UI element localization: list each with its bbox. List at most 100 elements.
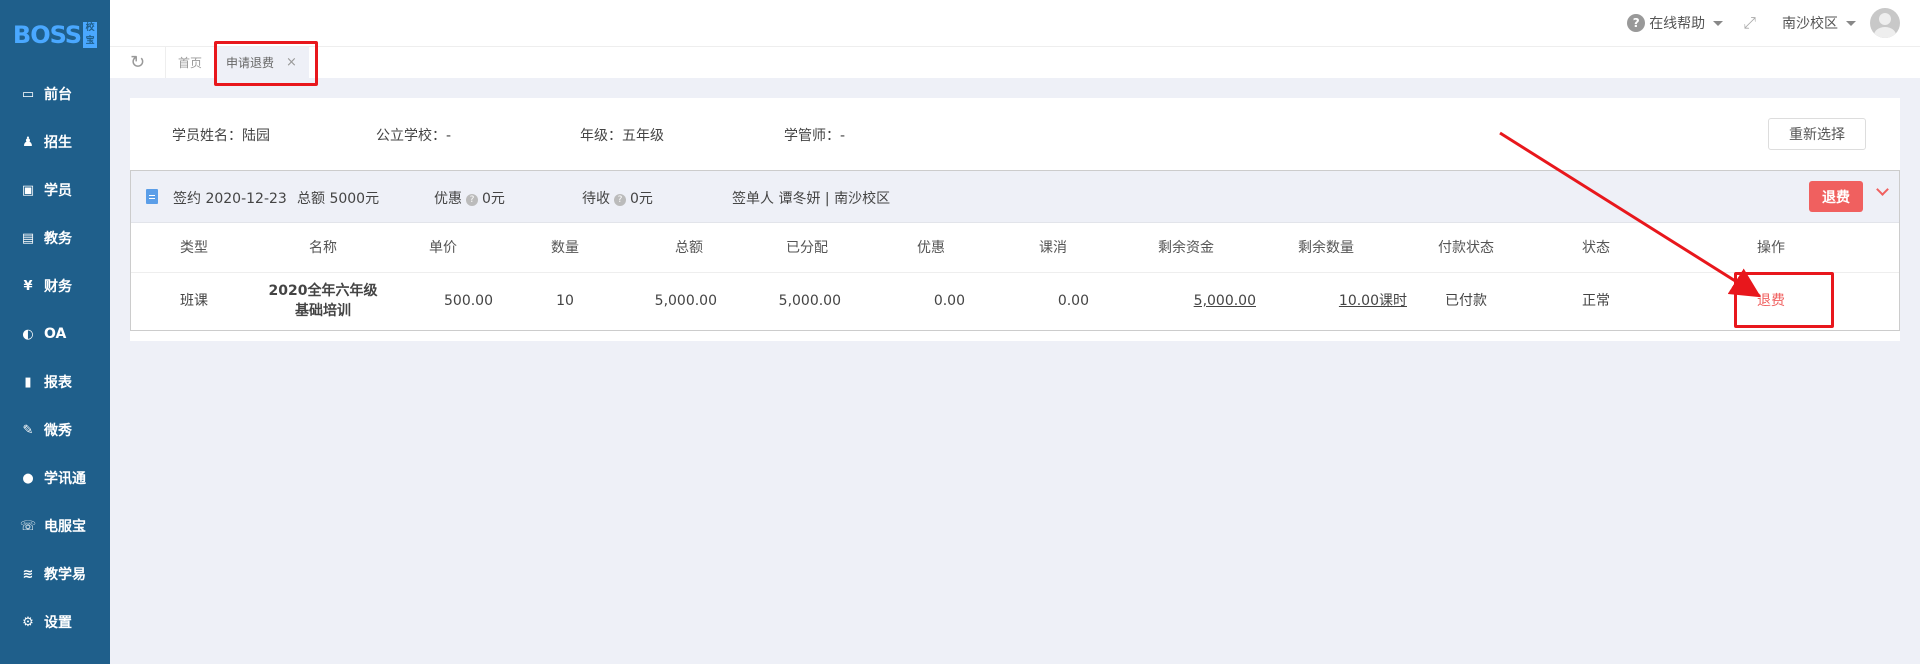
refresh-icon[interactable]: ↻: [110, 47, 166, 78]
col-name: 名称: [309, 239, 337, 256]
chevron-down-icon[interactable]: [1713, 20, 1724, 26]
cell-pay-status: 已付款: [1445, 293, 1487, 309]
label: 公立学校：: [376, 128, 446, 144]
gear-icon: ⚙: [22, 614, 34, 630]
contract-signer: 签单人 谭冬妍 | 南沙校区: [732, 191, 891, 207]
sidebar-item-label: 学讯通: [44, 471, 86, 487]
col-qty: 数量: [551, 239, 579, 256]
sidebar-item-finance[interactable]: ¥ 财务: [0, 262, 110, 310]
bar-chart-icon: ▮: [24, 374, 32, 390]
logo-badge: 校宝: [83, 22, 98, 48]
sidebar-item-label: OA: [44, 326, 67, 342]
label: 学员姓名：: [172, 128, 242, 144]
top-header: ? 在线帮助 ⤢ 南沙校区: [110, 0, 1920, 46]
sidebar-item-settings[interactable]: ⚙ 设置: [0, 598, 110, 646]
contract-discount: 优惠? 0元: [434, 188, 505, 208]
question-icon[interactable]: ?: [614, 194, 626, 206]
grade: 年级：五年级: [580, 125, 664, 145]
cell-allocated: 5,000.00: [778, 293, 841, 309]
col-status: 状态: [1582, 239, 1610, 256]
public-school: 公立学校：-: [376, 125, 451, 145]
value: 0元: [482, 191, 505, 207]
sidebar-item-reports[interactable]: ▮ 报表: [0, 358, 110, 406]
sidebar-item-xuexuntong[interactable]: ● 学讯通: [0, 454, 110, 502]
col-remaining-funds: 剩余资金: [1158, 239, 1214, 256]
reselect-button[interactable]: 重新选择: [1768, 118, 1866, 150]
col-discount: 优惠: [917, 239, 945, 256]
table-row: 班课 2020全年六年级 基础培训 500.00 10 5,000.00 5,0…: [131, 273, 1899, 329]
cell-price: 500.00: [444, 293, 493, 309]
phone-icon: ☏: [19, 518, 37, 534]
value: 五年级: [622, 128, 664, 144]
enroll-icon: ♟: [22, 134, 34, 150]
label: 年级：: [580, 128, 622, 144]
label: 学管师：: [784, 128, 840, 144]
help-link[interactable]: 在线帮助: [1649, 13, 1705, 33]
student-name: 学员姓名：陆园: [172, 125, 270, 145]
value: 陆园: [242, 128, 270, 144]
student-icon: ▣: [21, 182, 35, 198]
logo: BOSS 校宝: [0, 0, 110, 70]
sidebar-item-oa[interactable]: ◐ OA: [0, 310, 110, 358]
sidebar-item-frontdesk[interactable]: ▭ 前台: [0, 70, 110, 118]
cell-remaining-qty[interactable]: 10.00课时: [1261, 273, 1407, 329]
value: -: [840, 128, 846, 144]
campus-selector[interactable]: 南沙校区: [1782, 13, 1838, 33]
refund-button[interactable]: 退费: [1809, 181, 1863, 212]
sidebar-item-student[interactable]: ▣ 学员: [0, 166, 110, 214]
document-icon: [146, 189, 158, 204]
cell-discount: 0.00: [933, 293, 965, 309]
tab-home[interactable]: 首页: [166, 47, 214, 78]
tab-label: 首页: [178, 56, 203, 70]
sidebar-item-label: 财务: [44, 279, 72, 295]
col-type: 类型: [180, 239, 208, 256]
toggle-icon: ◐: [22, 326, 34, 342]
contract-total: 总额 5000元: [297, 191, 380, 207]
col-actions: 操作: [1757, 239, 1785, 256]
fullscreen-icon[interactable]: ⤢: [1743, 13, 1756, 33]
label: 优惠: [434, 191, 462, 207]
book-icon: ▤: [21, 230, 35, 246]
sidebar-item-label: 设置: [44, 615, 72, 631]
name-line-2: 基础培训: [295, 303, 351, 319]
col-remaining-qty: 剩余数量: [1298, 239, 1354, 256]
yen-icon: ¥: [23, 278, 33, 294]
col-consumed: 课消: [1039, 239, 1067, 256]
location-icon: ●: [22, 470, 34, 486]
header-actions: ? 在线帮助 ⤢ 南沙校区: [1627, 0, 1900, 46]
teach-icon: ≋: [22, 566, 34, 582]
highlight-box-action: [1734, 272, 1834, 328]
cell-qty: 10: [556, 293, 574, 309]
col-pay-status: 付款状态: [1438, 239, 1494, 256]
sidebar-item-label: 报表: [44, 375, 72, 391]
cell-name: 2020全年六年级 基础培训: [253, 273, 393, 329]
cell-total: 5,000.00: [654, 293, 717, 309]
desk-icon: ▭: [21, 86, 35, 102]
chevron-down-icon[interactable]: [1876, 183, 1889, 196]
show-icon: ✎: [22, 422, 34, 438]
sidebar-item-academic[interactable]: ▤ 教务: [0, 214, 110, 262]
sidebar-item-label: 前台: [44, 87, 72, 103]
contract-date: 签约 2020-12-23: [173, 191, 287, 207]
sidebar-item-label: 学员: [44, 183, 72, 199]
question-icon[interactable]: ?: [466, 194, 478, 206]
label: 待收: [582, 191, 610, 207]
sidebar-item-enroll[interactable]: ♟ 招生: [0, 118, 110, 166]
help-icon[interactable]: ?: [1627, 14, 1646, 32]
cell-type: 班课: [180, 293, 208, 309]
contract-pending: 待收? 0元: [582, 188, 653, 208]
sidebar-item-jiaoxueyi[interactable]: ≋ 教学易: [0, 550, 110, 598]
sidebar-item-label: 微秀: [44, 423, 72, 439]
sidebar-item-label: 教务: [44, 231, 72, 247]
contract-panel: 签约 2020-12-23 总额 5000元 优惠? 0元 待收? 0元 签单人 谭…: [130, 170, 1900, 331]
manager: 学管师：-: [784, 125, 845, 145]
cell-remaining-funds[interactable]: 5,000.00: [1131, 273, 1256, 329]
sidebar-item-weixiu[interactable]: ✎ 微秀: [0, 406, 110, 454]
highlight-box-tab: [214, 41, 318, 86]
avatar[interactable]: [1870, 8, 1900, 38]
col-allocated: 已分配: [786, 239, 828, 256]
chevron-down-icon[interactable]: [1846, 20, 1856, 26]
sidebar: BOSS 校宝 ▭ 前台 ♟ 招生 ▣ 学员 ▤ 教务 ¥ 财务 ◐ OA ▮ 报表 ✎ 微秀 …: [0, 0, 110, 664]
sidebar-item-label: 电服宝: [44, 519, 86, 535]
sidebar-item-dianfubao[interactable]: ☏ 电服宝: [0, 502, 110, 550]
